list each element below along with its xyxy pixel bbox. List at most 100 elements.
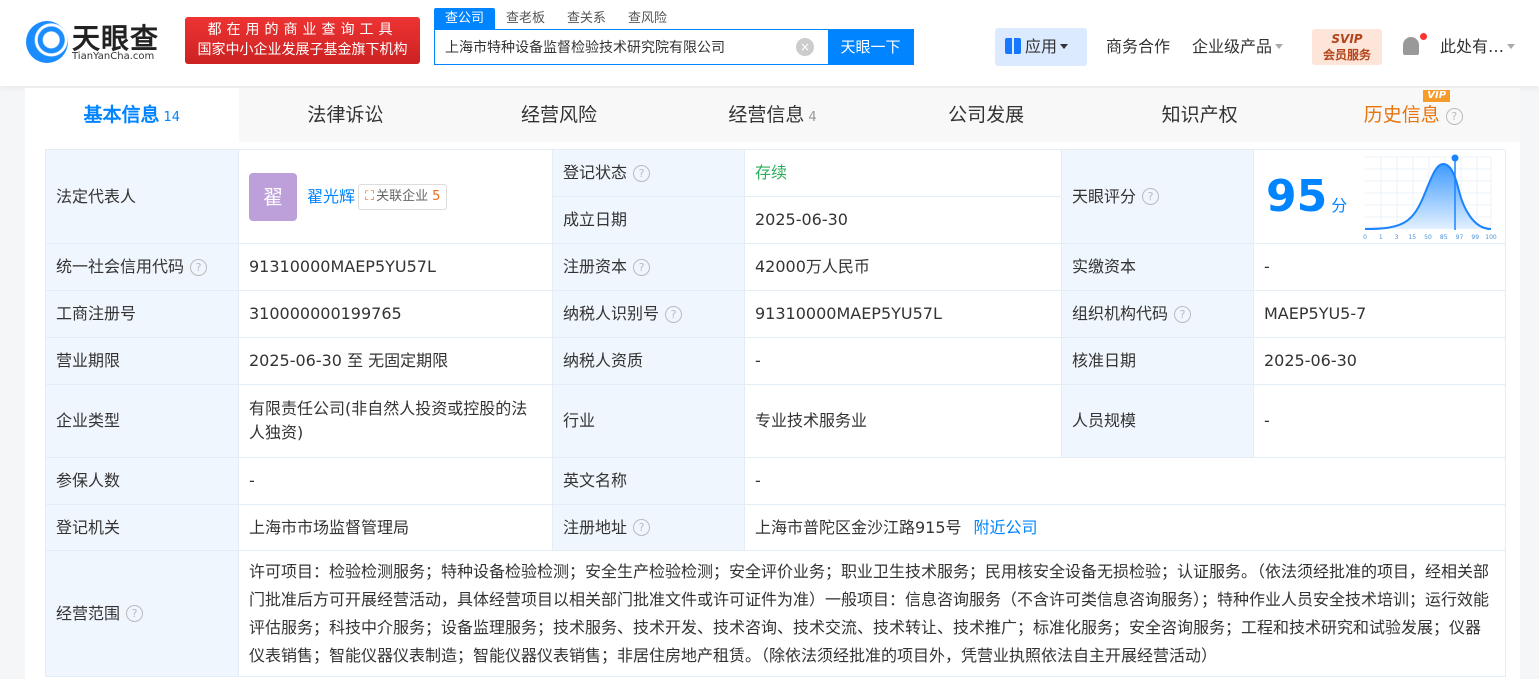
founded-label: 成立日期 (553, 197, 745, 244)
search-box: × 天眼一下 (434, 29, 914, 65)
svip-sub: 会员服务 (1322, 48, 1371, 62)
tab-development[interactable]: 公司发展 (879, 88, 1093, 142)
score-tick-label: 3 (1395, 234, 1399, 241)
company-tabs: 基本信息 14 法律诉讼 经营风险 经营信息 4 公司发展 知识产权 VIP 历史信息… (25, 88, 1520, 142)
logo-domain: TianYanCha.com (72, 51, 155, 62)
help-icon[interactable]: ? (665, 305, 683, 323)
label-text: 纳税人识别号 (563, 304, 660, 323)
tab-label: 公司发展 (948, 104, 1025, 126)
scope-value: 许可项目：检验检测服务；特种设备检验检测；安全生产检验检测；安全评价业务；职业卫… (239, 551, 1506, 677)
search-tab-boss[interactable]: 查老板 (495, 8, 556, 30)
tab-label: 经营风险 (520, 104, 597, 126)
tab-legal[interactable]: 法律诉讼 (239, 88, 453, 142)
help-icon[interactable]: ? (1174, 305, 1192, 323)
taxid-value: 91310000MAEP5YU57L (745, 291, 1062, 338)
tab-count: 14 (163, 110, 181, 125)
address-value: 上海市普陀区金沙江路915号 (755, 517, 962, 537)
tab-label: 基本信息 (83, 104, 160, 126)
taxid-label: 纳税人识别号? (553, 291, 745, 338)
label-text: 统一社会信用代码 (56, 257, 185, 276)
svip-label: SVIP (1331, 32, 1363, 46)
logo[interactable]: 天眼查 TianYanCha.com (26, 17, 176, 65)
tab-operation[interactable]: 经营信息 4 (666, 88, 880, 142)
svip-button[interactable]: SVIP 会员服务 (1312, 29, 1382, 65)
search-button[interactable]: 天眼一下 (828, 30, 913, 64)
tab-label: 法律诉讼 (307, 104, 384, 126)
score-cell[interactable]: 95 分 0 1 3 15 50 85 97 99 100 (1254, 150, 1506, 244)
nav-business[interactable]: 商务合作 (1106, 28, 1170, 66)
tab-label: 历史信息 (1363, 104, 1440, 126)
related-companies-button[interactable]: ⛶ 关联企业 5 (358, 183, 448, 210)
info-table: 法定代表人 翟 翟光辉 ⛶ 关联企业 5 登记状态? 存续 成立日期 2025-06… (45, 149, 1506, 677)
org-label: 组织机构代码? (1062, 291, 1254, 338)
help-icon[interactable]: ? (126, 605, 144, 622)
address-label: 注册地址? (553, 505, 745, 551)
industry-value: 专业技术服务业 (745, 385, 1062, 458)
staff-value: - (1254, 385, 1506, 458)
search-type-tabs: 查公司 查老板 查关系 查风险 (434, 8, 678, 30)
caret-down-icon (1060, 44, 1069, 49)
label-text: 经营范围 (56, 603, 121, 623)
nav-enterprise[interactable]: 企业级产品 (1192, 28, 1284, 66)
credit-value: 91310000MAEP5YU57L (239, 244, 553, 291)
user-menu[interactable]: 此处有… (1440, 28, 1516, 66)
search-tab-relation[interactable]: 查关系 (556, 8, 617, 30)
apps-menu[interactable]: 应用 (995, 28, 1087, 66)
vip-badge: VIP (1423, 90, 1451, 102)
related-label: 关联企业 (376, 188, 429, 204)
label-text: 注册地址 (563, 517, 628, 537)
apps-label: 应用 (1025, 37, 1058, 56)
term-value: 2025-06-30 至 无固定期限 (239, 338, 553, 385)
tab-history[interactable]: VIP 历史信息? (1306, 88, 1520, 142)
score-tick-label: 0 (1363, 234, 1367, 241)
slogan-banner: 都在用的商业查询工具 国家中小企业发展子基金旗下机构 (185, 17, 420, 64)
tab-basic-info[interactable]: 基本信息 14 (25, 88, 239, 142)
regno-label: 工商注册号 (46, 291, 239, 338)
clear-icon[interactable]: × (796, 38, 814, 56)
related-count: 5 (432, 188, 441, 204)
paid-label: 实缴资本 (1062, 244, 1254, 291)
legal-rep-label: 法定代表人 (46, 150, 239, 244)
search-input[interactable] (435, 30, 796, 64)
basic-info-panel: 法定代表人 翟 翟光辉 ⛶ 关联企业 5 登记状态? 存续 成立日期 2025-06… (25, 142, 1520, 679)
tab-ip[interactable]: 知识产权 (1093, 88, 1307, 142)
term-label: 营业期限 (46, 338, 239, 385)
help-icon[interactable]: ? (633, 164, 651, 182)
bell-icon[interactable] (1403, 37, 1419, 55)
score-label: 天眼评分? (1062, 150, 1254, 244)
caret-down-icon (1275, 44, 1284, 49)
notification-dot (1420, 33, 1427, 40)
score-tick-label: 99 (1472, 234, 1480, 241)
help-icon[interactable]: ? (190, 258, 208, 276)
paid-value: - (1254, 244, 1506, 291)
nearby-companies-link[interactable]: 附近公司 (974, 516, 1038, 540)
user-name: 此处有… (1440, 37, 1505, 56)
score-distribution-chart: 0 1 3 15 50 85 97 99 100 (1363, 154, 1498, 241)
score-tick-label: 97 (1456, 234, 1464, 241)
help-icon[interactable]: ? (1445, 108, 1463, 125)
avatar[interactable]: 翟 (249, 172, 297, 221)
status-label: 登记状态? (553, 150, 745, 197)
en-label: 英文名称 (553, 458, 745, 505)
legal-rep-name[interactable]: 翟光辉 (307, 185, 355, 209)
help-icon[interactable]: ? (633, 519, 651, 536)
label-text: 注册资本 (563, 257, 628, 276)
search-tab-risk[interactable]: 查风险 (617, 8, 678, 30)
help-icon[interactable]: ? (1142, 188, 1160, 205)
tab-label: 知识产权 (1161, 104, 1238, 126)
label-text: 登记状态 (563, 163, 628, 182)
insured-value: - (239, 458, 553, 505)
score-tick-label: 100 (1486, 234, 1498, 241)
type-value: 有限责任公司(非自然人投资或控股的法人独资) (239, 385, 553, 458)
approve-value: 2025-06-30 (1254, 338, 1506, 385)
slogan-line2: 国家中小企业发展子基金旗下机构 (197, 42, 408, 58)
approve-label: 核准日期 (1062, 338, 1254, 385)
org-value: MAEP5YU5-7 (1254, 291, 1506, 338)
help-icon[interactable]: ? (633, 258, 651, 276)
search-tab-company[interactable]: 查公司 (434, 8, 496, 30)
label-text: 组织机构代码 (1072, 304, 1169, 323)
scope-label: 经营范围? (46, 551, 239, 677)
tab-risk[interactable]: 经营风险 (452, 88, 666, 142)
enterprise-label: 企业级产品 (1192, 37, 1273, 56)
status-value: 存续 (745, 150, 1062, 197)
